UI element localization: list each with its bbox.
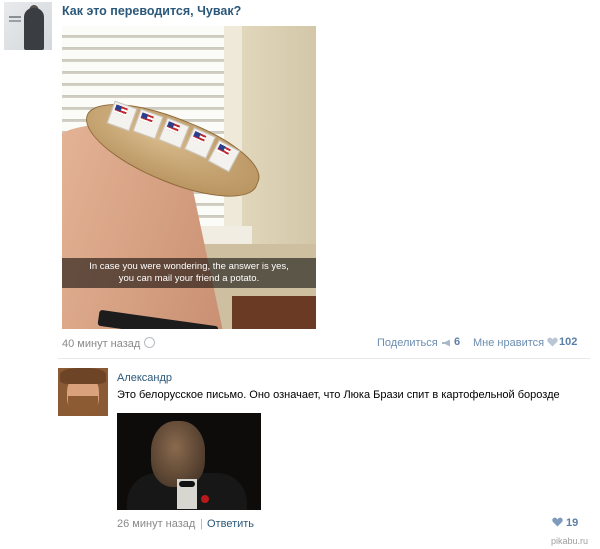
photo-floor	[232, 296, 316, 329]
comment-like-count: 19	[566, 517, 579, 529]
reply-button[interactable]: Ответить	[207, 518, 254, 530]
clock-icon	[144, 337, 156, 348]
share-label: Поделиться	[377, 337, 438, 349]
comment-separator: |	[200, 518, 203, 530]
post-timestamp[interactable]: 40 минут назад	[62, 337, 156, 350]
share-count: 6	[454, 336, 461, 348]
megaphone-icon	[441, 339, 450, 347]
comment-author-avatar[interactable]	[58, 368, 108, 416]
comments-divider	[58, 358, 590, 359]
avatar-beard	[68, 396, 98, 416]
like-button[interactable]: Мне нравится	[473, 337, 558, 349]
comment-like-button[interactable]: 19	[552, 517, 578, 529]
avatar-figure	[24, 8, 44, 50]
heart-icon	[552, 517, 563, 527]
post-time-text: 40 минут назад	[62, 338, 141, 350]
comment-photo-bowtie	[179, 481, 195, 487]
watermark: pikabu.ru	[551, 536, 589, 546]
comment-text: Это белорусское письмо. Оно означает, чт…	[117, 389, 560, 401]
like-label: Мне нравится	[473, 337, 545, 349]
post-title[interactable]: Как это переводится, Чувак?	[62, 4, 241, 18]
post-author-avatar[interactable]	[4, 2, 52, 50]
comment-author-name[interactable]: Александр	[117, 372, 172, 384]
heart-icon	[547, 337, 558, 347]
comment-photo-rose	[201, 495, 209, 503]
post-photo[interactable]: In case you were wondering, the answer i…	[62, 26, 316, 329]
like-count: 102	[559, 336, 578, 348]
photo-caption-line-1: In case you were wondering, the answer i…	[89, 261, 289, 272]
comment-photo-face	[151, 421, 205, 487]
avatar-text-decoration	[9, 16, 21, 18]
photo-caption-line-2: you can mail your friend a potato.	[118, 273, 260, 284]
comment-photo[interactable]	[117, 413, 261, 510]
photo-caption: In case you were wondering, the answer i…	[62, 258, 316, 288]
share-button[interactable]: Поделиться	[377, 337, 452, 349]
avatar-hair	[60, 368, 106, 384]
comment-timestamp[interactable]: 26 минут назад	[117, 518, 195, 530]
